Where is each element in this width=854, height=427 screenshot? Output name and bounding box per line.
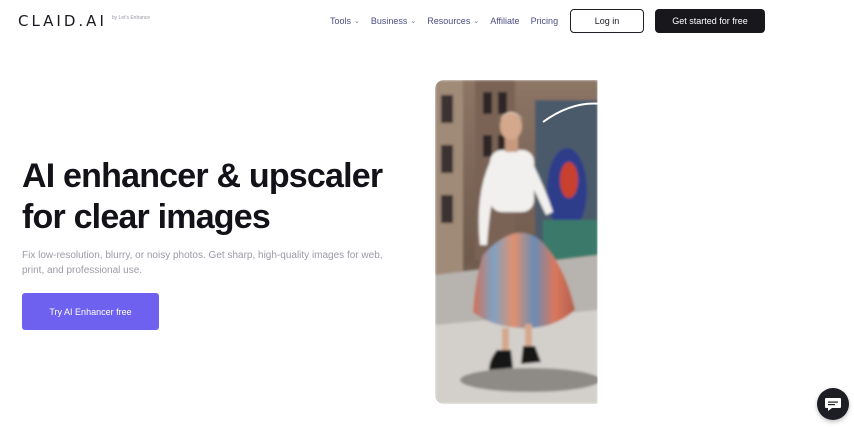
chevron-down-icon: ⌄ [473,18,480,25]
main-nav: Tools ⌄ Business ⌄ Resources ⌄ Affiliate… [330,16,569,26]
login-button[interactable]: Log in [570,9,644,33]
nav-item-resources[interactable]: Resources ⌄ [427,16,479,26]
try-enhancer-button[interactable]: Try AI Enhancer free [22,293,159,330]
site-header: CLAID.AI by Let's Enhance Tools ⌄ Busine… [0,0,854,44]
hero-title: AI enhancer & upscaler for clear images [22,156,422,238]
chevron-down-icon: ⌄ [354,18,360,25]
before-photo [435,80,598,404]
nav-item-label: Resources [427,16,471,26]
nav-item-label: Affiliate [490,16,520,26]
hero-description: Fix low-resolution, blurry, or noisy pho… [22,250,383,276]
logo-subtitle: by Let's Enhance [111,15,151,21]
before-after-image [435,80,761,404]
nav-item-tools[interactable]: Tools ⌄ [330,16,360,26]
before-after-illustration [435,80,761,404]
compare-divider [597,80,600,404]
logo-text: CLAID.AI [18,12,107,30]
nav-item-label: Pricing [530,16,559,26]
chat-bubble-icon [825,398,841,411]
after-photo [599,80,761,404]
hero-title-line-1: AI enhancer & upscaler [22,157,383,195]
nav-item-label: Business [370,16,408,26]
hero-title-line-2: for clear images [22,198,271,236]
nav-item-pricing[interactable]: Pricing [531,16,559,26]
logo[interactable]: CLAID.AI by Let's Enhance [18,12,150,30]
nav-item-label: Tools [330,16,352,26]
chat-launcher-button[interactable] [817,388,849,420]
chevron-down-icon: ⌄ [410,18,417,25]
nav-item-business[interactable]: Business ⌄ [371,16,416,26]
nav-item-affiliate[interactable]: Affiliate [490,16,519,26]
get-started-button[interactable]: Get started for free [655,9,765,33]
